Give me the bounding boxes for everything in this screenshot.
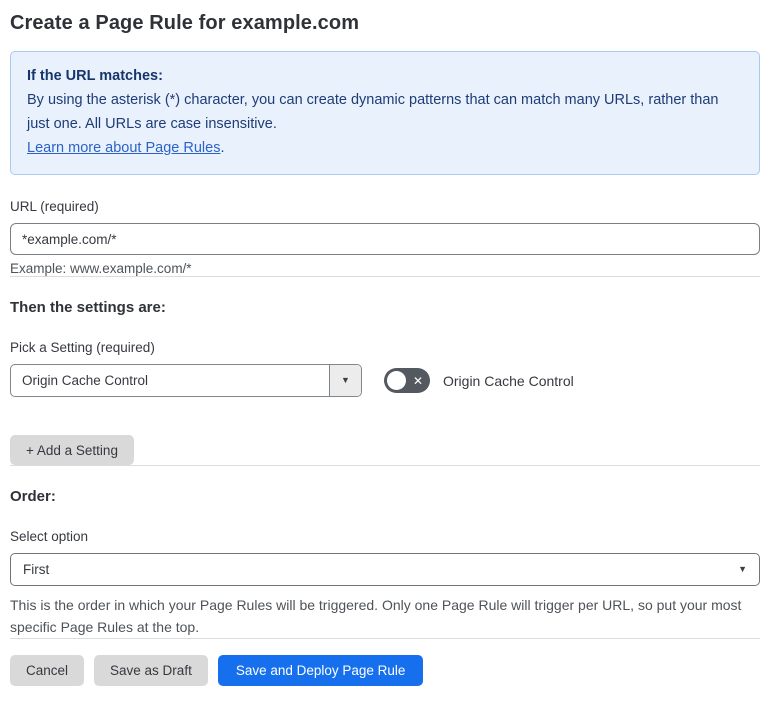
- save-deploy-button[interactable]: Save and Deploy Page Rule: [217, 655, 424, 686]
- order-select-value: First: [23, 562, 50, 577]
- info-box-link-line: Learn more about Page Rules.: [27, 136, 743, 160]
- origin-cache-control-toggle[interactable]: ✕: [384, 368, 430, 393]
- info-box-heading: If the URL matches:: [27, 68, 163, 84]
- setting-dropdown-arrow-button[interactable]: ▼: [329, 365, 361, 396]
- footer-button-row: Cancel Save as Draft Save and Deploy Pag…: [10, 655, 760, 686]
- url-match-info-box: If the URL matches: By using the asteris…: [10, 51, 760, 175]
- learn-more-link[interactable]: Learn more about Page Rules: [27, 140, 220, 156]
- url-input[interactable]: [10, 223, 760, 255]
- page-rule-form: Create a Page Rule for example.com If th…: [0, 0, 770, 686]
- settings-heading: Then the settings are:: [10, 299, 166, 316]
- toggle-off-x-icon: ✕: [412, 373, 423, 388]
- divider: [10, 276, 760, 277]
- divider: [10, 638, 760, 639]
- chevron-down-icon: ▼: [738, 564, 747, 574]
- toggle-knob: [387, 371, 406, 390]
- order-select[interactable]: First ▼: [10, 553, 760, 586]
- add-setting-button[interactable]: + Add a Setting: [10, 435, 134, 465]
- toggle-label: Origin Cache Control: [443, 372, 574, 389]
- page-title: Create a Page Rule for example.com: [10, 12, 360, 34]
- pick-setting-label: Pick a Setting (required): [10, 340, 155, 355]
- order-heading: Order:: [10, 488, 56, 505]
- setting-row: Origin Cache Control ▼ ✕ Origin Cache Co…: [10, 364, 760, 397]
- link-period: .: [220, 140, 225, 156]
- url-label: URL (required): [10, 199, 99, 214]
- chevron-down-icon: ▼: [341, 375, 350, 385]
- setting-dropdown-value: Origin Cache Control: [22, 373, 149, 388]
- save-draft-button[interactable]: Save as Draft: [94, 655, 208, 686]
- info-box-body: By using the asterisk (*) character, you…: [27, 92, 719, 132]
- url-example-helper: Example: www.example.com/*: [10, 261, 192, 276]
- order-helper-text: This is the order in which your Page Rul…: [10, 597, 742, 635]
- setting-dropdown[interactable]: Origin Cache Control ▼: [10, 364, 362, 397]
- cancel-button[interactable]: Cancel: [10, 655, 85, 686]
- divider: [10, 465, 760, 466]
- order-select-label: Select option: [10, 529, 89, 544]
